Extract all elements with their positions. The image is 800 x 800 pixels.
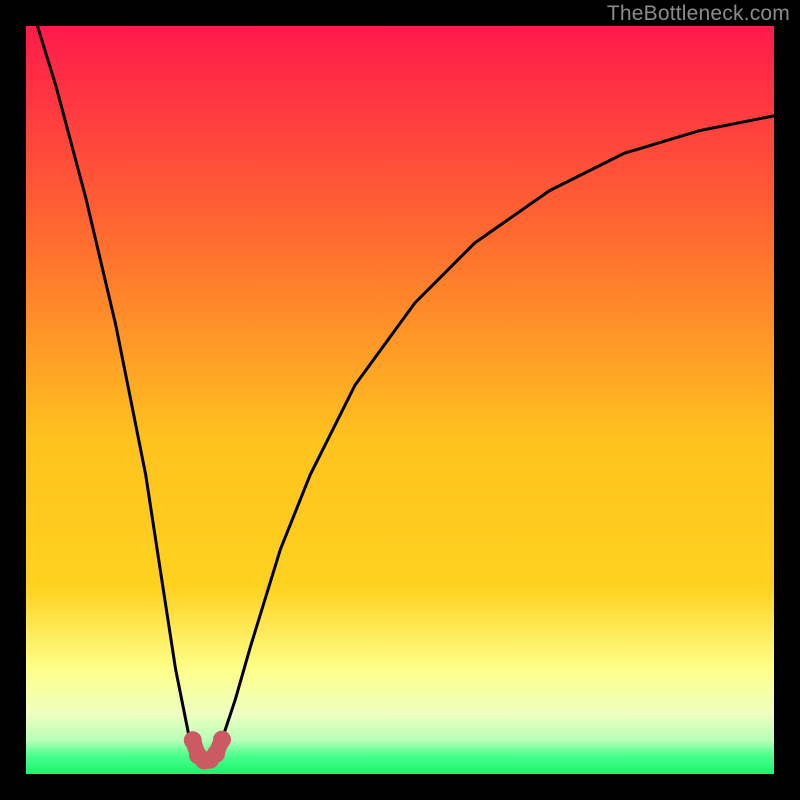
plot-area	[26, 26, 774, 774]
chart-frame: TheBottleneck.com	[0, 0, 800, 800]
watermark-text: TheBottleneck.com	[607, 2, 790, 26]
chart-svg	[26, 26, 774, 774]
gradient-background	[26, 26, 774, 774]
highlight-marker-dot	[213, 731, 231, 749]
